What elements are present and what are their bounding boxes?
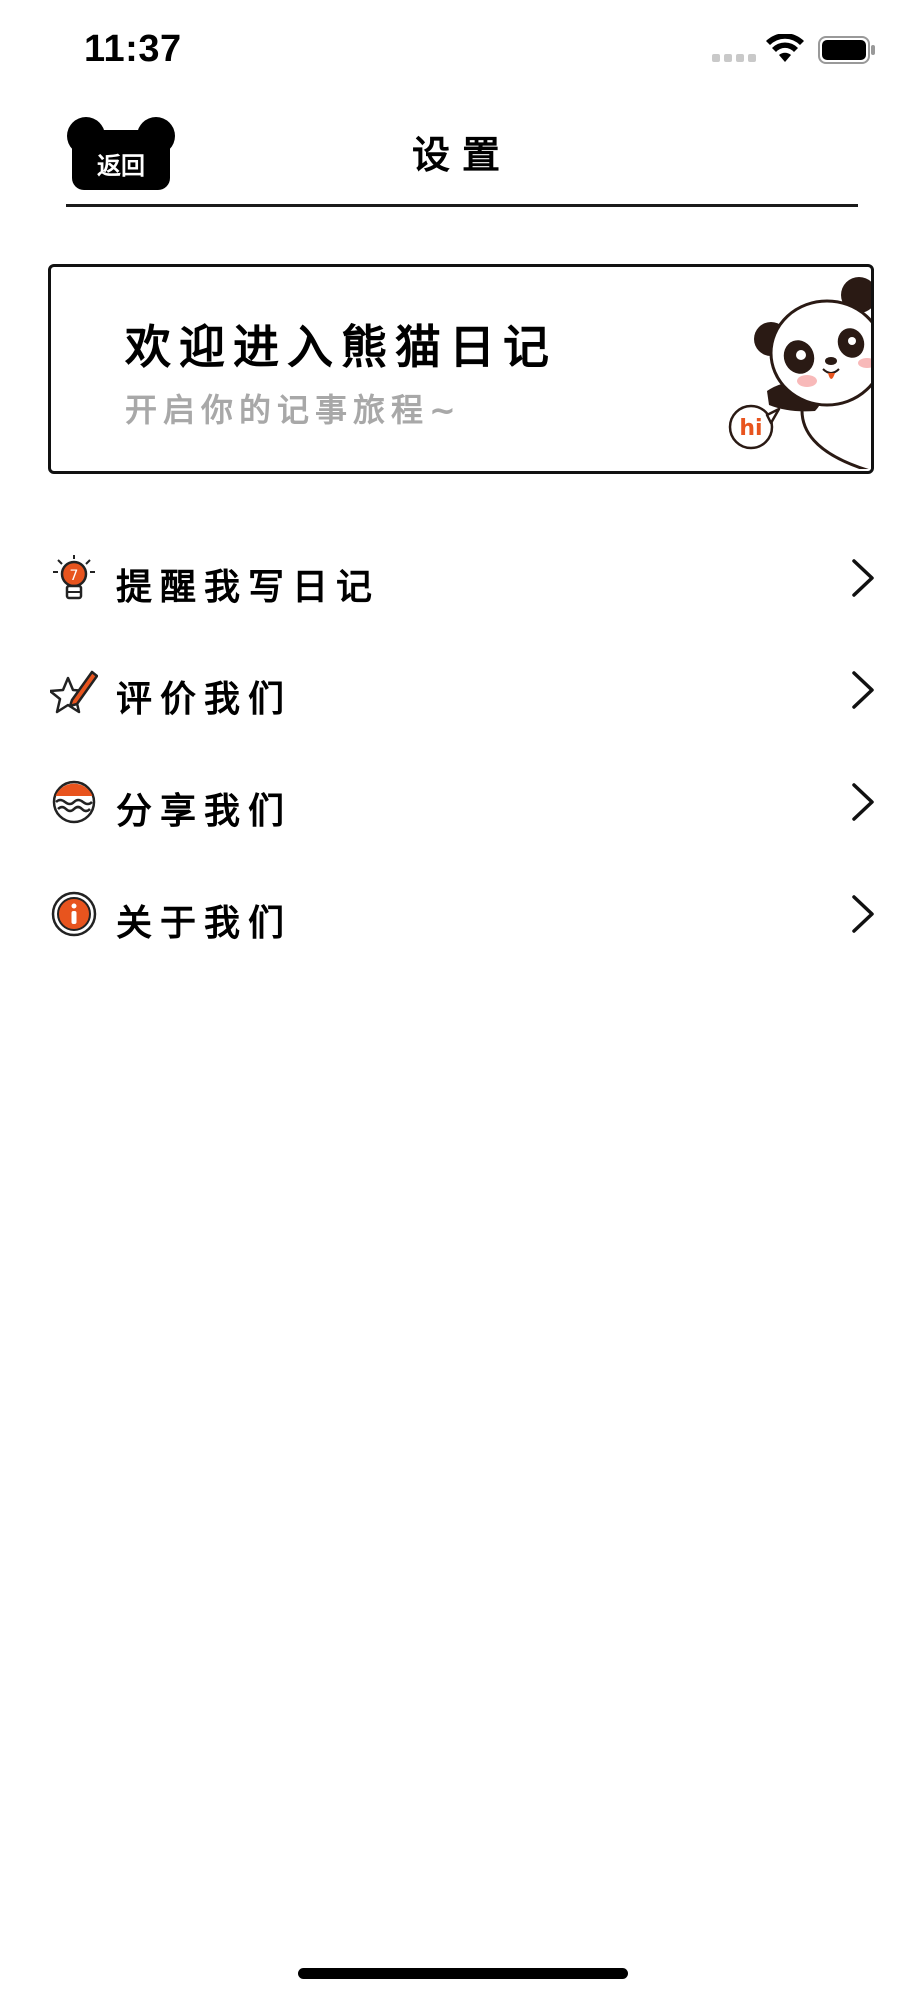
menu-item-label: 关于我们 xyxy=(116,903,293,944)
chevron-right-icon xyxy=(852,671,874,709)
wifi-icon xyxy=(766,33,804,64)
chevron-right-icon xyxy=(852,783,874,821)
lightbulb-icon: 7 xyxy=(53,555,95,600)
status-time: 11:37 xyxy=(84,28,182,70)
battery-icon xyxy=(818,36,876,64)
menu-item-reminder[interactable]: 7 提醒我写日记 xyxy=(48,528,878,628)
menu-item-rate-us[interactable]: 评价我们 xyxy=(48,640,878,740)
share-wave-icon xyxy=(52,780,96,824)
menu-item-label: 评价我们 xyxy=(116,679,293,720)
menu-item-label: 分享我们 xyxy=(116,791,293,832)
back-button[interactable]: 返回 xyxy=(66,116,176,192)
hi-bubble-text: hi xyxy=(739,416,762,441)
hi-bubble-icon: hi xyxy=(728,404,781,450)
page-title: 设置 xyxy=(411,133,512,177)
info-icon xyxy=(51,891,97,937)
menu-item-label: 提醒我写日记 xyxy=(116,567,381,608)
svg-text:7: 7 xyxy=(70,568,79,584)
home-indicator[interactable] xyxy=(298,1968,628,1979)
star-pencil-icon xyxy=(50,670,98,714)
menu-item-about-us[interactable]: 关于我们 xyxy=(48,864,878,964)
chevron-right-icon xyxy=(852,559,874,597)
chevron-right-icon xyxy=(852,895,874,933)
banner-subtitle: 开启你的记事旅程~ xyxy=(125,391,462,429)
welcome-banner: 欢迎进入熊猫日记 开启你的记事旅程~ hi xyxy=(48,264,874,474)
nav-divider xyxy=(66,204,858,207)
cellular-signal-icon xyxy=(712,54,756,64)
menu-item-share-us[interactable]: 分享我们 xyxy=(48,752,878,852)
back-label: 返回 xyxy=(97,152,145,180)
banner-title: 欢迎进入熊猫日记 xyxy=(125,320,557,374)
